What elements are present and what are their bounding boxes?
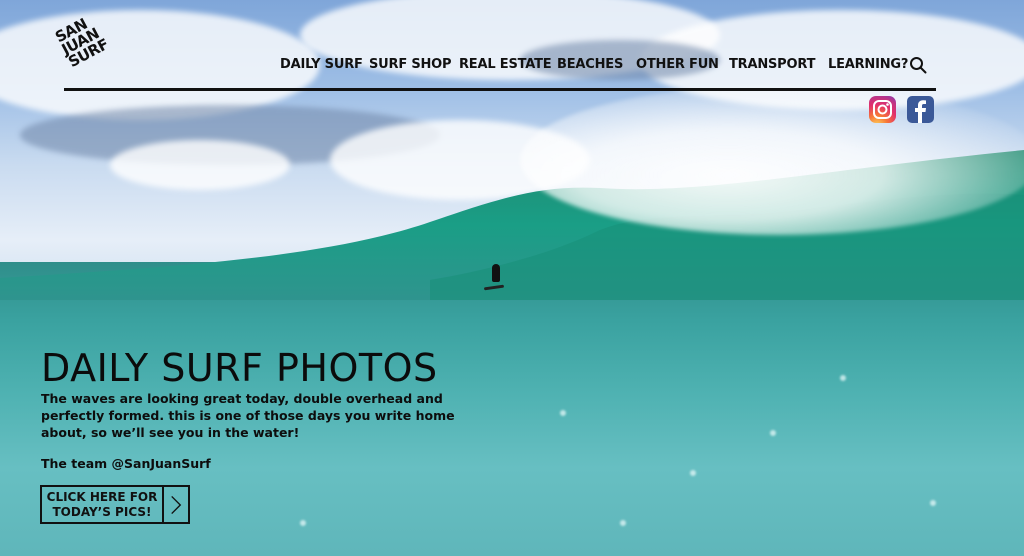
nav-item-real-estate[interactable]: REAL ESTATE	[459, 57, 552, 72]
hero-description: The waves are looking great today, doubl…	[41, 391, 455, 440]
instagram-icon[interactable]	[869, 96, 896, 123]
chevron-right-icon	[164, 487, 188, 522]
page-title: DAILY SURF PHOTOS	[41, 346, 438, 390]
cta-line: CLICK HERE FOR	[46, 489, 158, 504]
signoff: The team @SanJuanSurf	[41, 456, 211, 471]
wave-spray	[520, 85, 1024, 235]
nav-item-other-fun[interactable]: OTHER FUN	[636, 57, 719, 72]
facebook-icon[interactable]	[907, 96, 934, 123]
header-divider	[64, 88, 936, 91]
nav-item-surf-shop[interactable]: SURF SHOP	[369, 57, 452, 72]
nav-item-beaches[interactable]: BEACHES	[557, 57, 623, 72]
cta-label: CLICK HERE FOR TODAY’S PICS!	[42, 487, 164, 522]
nav-item-learning[interactable]: LEARNING?	[828, 57, 908, 72]
todays-pics-button[interactable]: CLICK HERE FOR TODAY’S PICS!	[40, 485, 190, 524]
hero-background-photo	[0, 0, 1024, 556]
surfer	[492, 264, 500, 282]
search-icon[interactable]	[909, 56, 927, 74]
nav-item-transport[interactable]: TRANSPORT	[729, 57, 815, 72]
cta-line: TODAY’S PICS!	[52, 504, 152, 519]
nav-item-daily-surf[interactable]: DAILY SURF	[280, 57, 363, 72]
